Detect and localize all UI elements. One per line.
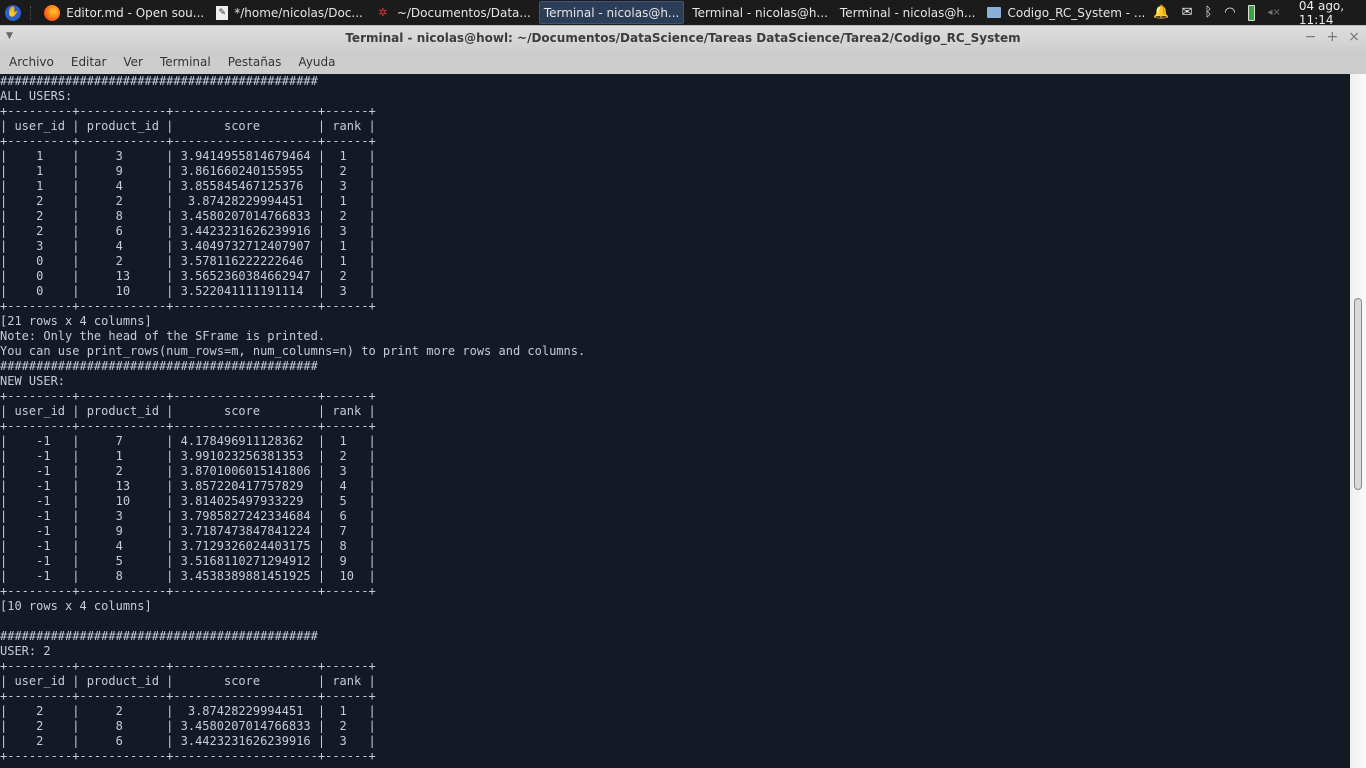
battery-icon[interactable] (1247, 4, 1256, 21)
minimize-button[interactable]: − (1305, 29, 1317, 45)
taskbar-item-label: Terminal - nicolas@h... (543, 5, 680, 20)
volume-muted-icon[interactable]: ◂× (1267, 7, 1280, 18)
wifi-icon[interactable]: ◠ (1224, 5, 1235, 20)
menu-editar[interactable]: Editar (63, 55, 115, 69)
menu-pestanas[interactable]: Pestañas (220, 55, 290, 69)
panel-separator (29, 5, 36, 20)
menu-ver[interactable]: Ver (115, 55, 151, 69)
window-menu-icon[interactable]: ▼ (6, 31, 13, 41)
taskbar-item[interactable]: Editor.md - Open sou... (40, 0, 208, 25)
folder-icon (987, 7, 1002, 18)
mail-icon[interactable]: ✉ (1182, 5, 1193, 20)
window-controls: − + × (1305, 29, 1360, 45)
taskbar-item[interactable]: $_Terminal - nicolas@h... (0, 0, 980, 88)
system-tray: 🔔 ✉ ᛒ ◠ ◂× 04 ago, 11:14 (1153, 0, 1366, 27)
text-editor-icon: ✎ (216, 5, 229, 20)
app-menu-icon: ✋ (4, 4, 21, 21)
taskbar-item-label: Codigo_RC_System - ... (1007, 5, 1146, 20)
menu-ayuda[interactable]: Ayuda (290, 55, 343, 69)
taskbar-item[interactable]: ✲ ~/Documentos/Data... (371, 0, 535, 25)
taskbar-item[interactable]: ✎ */home/nicolas/Doc... (212, 0, 367, 25)
taskbar-item-label: Terminal - nicolas@h... (692, 5, 828, 20)
taskbar-item[interactable]: Codigo_RC_System - ... (983, 0, 1149, 25)
menubar: Archivo Editar Ver Terminal Pestañas Ayu… (0, 50, 1366, 74)
taskbar-item-label: Editor.md - Open sou... (66, 5, 205, 20)
top-panel: ✋ Editor.md - Open sou... ✎ */home/nicolas… (0, 0, 1366, 88)
window-title: Terminal - nicolas@howl: ~/Documentos/Da… (345, 31, 1021, 45)
app-menu-button[interactable]: ✋ (4, 3, 22, 23)
app-icon: ✲ (378, 6, 388, 19)
window-titlebar[interactable]: ▼ Terminal - nicolas@howl: ~/Documentos/… (0, 25, 1366, 50)
maximize-button[interactable]: + (1327, 29, 1339, 45)
tasklist: Editor.md - Open sou... ✎ */home/nicolas/D… (0, 0, 1153, 88)
taskbar-item-label: Terminal - nicolas@h... (839, 5, 976, 20)
close-button[interactable]: × (1348, 29, 1360, 45)
firefox-icon (44, 4, 61, 21)
menu-terminal[interactable]: Terminal (152, 55, 219, 69)
taskbar-item-label: ~/Documentos/Data... (396, 5, 531, 20)
terminal-scrollbar[interactable] (1350, 74, 1366, 768)
taskbar-item-label: */home/nicolas/Doc... (234, 5, 363, 20)
bluetooth-icon[interactable]: ᛒ (1204, 5, 1212, 20)
scrollbar-thumb[interactable] (1354, 298, 1362, 490)
taskbar-item[interactable]: $_Terminal - nicolas@h... (0, 0, 832, 88)
taskbar-item[interactable]: $_Terminal - nicolas@h... (0, 1, 685, 88)
terminal-text: ########################################… (0, 74, 586, 763)
clock[interactable]: 04 ago, 11:14 (1299, 0, 1360, 27)
terminal-output[interactable]: ########################################… (0, 74, 1350, 768)
menu-archivo[interactable]: Archivo (1, 55, 62, 69)
notification-bell-icon[interactable]: 🔔 (1153, 5, 1169, 20)
